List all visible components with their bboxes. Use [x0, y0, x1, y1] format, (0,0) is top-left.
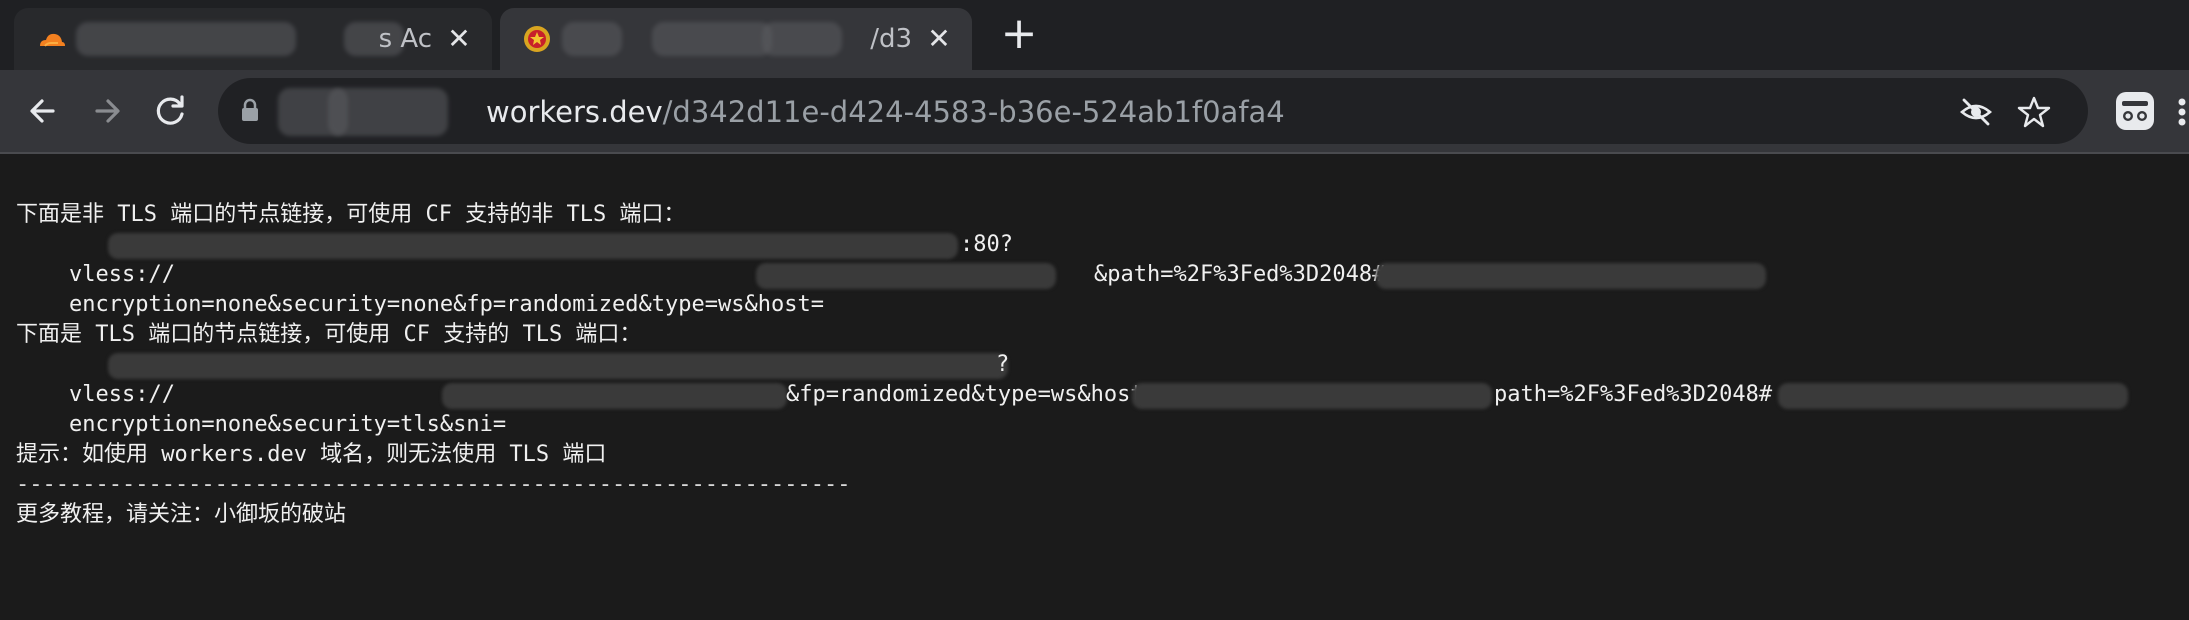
tab-active[interactable]: /d3 ✕	[500, 8, 972, 70]
tab-strip: s Ac ✕ /d3 ✕ +	[0, 0, 2189, 70]
forward-arrow-icon	[95, 99, 120, 123]
more-tutorials-text: 更多教程，请关注：小御坂的破站	[16, 502, 347, 527]
back-arrow-icon	[30, 99, 55, 123]
eye-off-icon[interactable]	[1958, 94, 1994, 130]
bookmark-star-icon[interactable]	[2016, 94, 2052, 130]
toolbar: workers.dev/d342d11e-d424-4583-b36e-524a…	[0, 70, 2189, 154]
vless-link-non-tls[interactable]: vless:// :80?	[16, 230, 2176, 287]
emblem-icon	[522, 24, 552, 54]
params-path: path=%2F%3Fed%3D2048#	[1494, 382, 1773, 407]
tip-text: 提示：如使用 workers.dev 域名，则无法使用 TLS 端口	[16, 442, 607, 467]
menu-icon[interactable]	[2178, 94, 2189, 130]
url-text: workers.dev/d342d11e-d424-4583-b36e-524a…	[486, 92, 1285, 132]
tab-title: /d3	[870, 24, 912, 54]
redacted-text	[1778, 383, 2128, 409]
redacted-text	[756, 263, 1056, 289]
redacted-text	[442, 383, 787, 409]
close-icon[interactable]: ✕	[444, 24, 474, 54]
url-domain: workers.dev	[486, 95, 663, 129]
params-path: &path=%2F%3Fed%3D2048#	[1094, 262, 1386, 287]
tab-title: s Ac	[378, 24, 432, 54]
redacted-url	[328, 88, 448, 136]
new-tab-button[interactable]: +	[996, 12, 1042, 58]
params-part: encryption=none&security=none&fp=randomi…	[68, 292, 824, 317]
reload-icon	[156, 95, 184, 125]
url-path: /d342d11e-d424-4583-b36e-524ab1f0afa4	[662, 95, 1285, 129]
vless-suffix: :80?	[960, 232, 1013, 257]
lock-icon[interactable]	[240, 98, 260, 122]
divider: ----------------------------------------…	[16, 472, 851, 497]
redacted-text	[1132, 383, 1492, 409]
heading-non-tls: 下面是非 TLS 端口的节点链接，可使用 CF 支持的非 TLS 端口：	[16, 202, 686, 227]
vless-link-tls[interactable]: vless:// ?	[16, 350, 2176, 407]
forward-button[interactable]	[84, 88, 130, 134]
close-icon[interactable]: ✕	[924, 24, 954, 54]
params-tls[interactable]: encryption=none&security=tls&sni= &fp=ra…	[16, 380, 2176, 437]
params-part: &fp=randomized&type=ws&host=	[786, 382, 1157, 407]
params-part: encryption=none&security=tls&sni=	[68, 412, 507, 437]
page-content: 下面是非 TLS 端口的节点链接，可使用 CF 支持的非 TLS 端口： vle…	[16, 200, 2176, 530]
incognito-icon[interactable]	[2112, 88, 2158, 134]
params-non-tls[interactable]: encryption=none&security=none&fp=randomi…	[16, 260, 2176, 317]
reload-button[interactable]	[148, 88, 194, 134]
heading-tls: 下面是 TLS 端口的节点链接，可使用 CF 支持的 TLS 端口：	[16, 322, 642, 347]
vless-suffix: ?	[996, 352, 1010, 377]
back-button[interactable]	[20, 88, 66, 134]
cloudflare-icon	[36, 24, 66, 54]
redacted-text	[108, 353, 1008, 379]
redacted-text	[1376, 263, 1766, 289]
redacted-text	[108, 233, 958, 259]
tab-cloudflare[interactable]: s Ac ✕	[14, 8, 492, 70]
address-bar[interactable]: workers.dev/d342d11e-d424-4583-b36e-524a…	[218, 78, 2088, 144]
